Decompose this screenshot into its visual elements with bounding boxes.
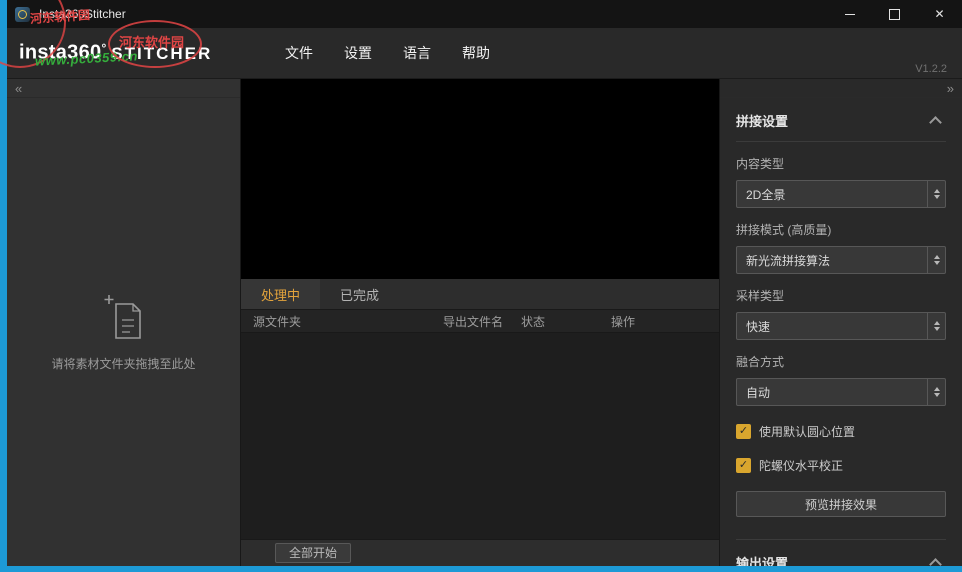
app-logo: insta360° STITCHER [19, 41, 247, 64]
stitch-mode-dropdown[interactable]: 新光流拼接算法 [736, 246, 946, 274]
left-panel: « 请将素材文件夹拖拽至此处 [7, 79, 241, 566]
preview-area [241, 79, 719, 279]
dropzone-hint-text: 请将素材文件夹拖拽至此处 [51, 355, 195, 372]
left-panel-topbar: « [7, 79, 240, 98]
blend-mode-label: 融合方式 [736, 353, 946, 370]
queue-bottom-bar: 全部开始 [241, 539, 719, 566]
logo-insta-text: insta360 [19, 42, 101, 64]
queue-table-body [241, 333, 719, 539]
column-export-name: 导出文件名 [443, 313, 521, 330]
content-type-value: 2D全景 [737, 186, 927, 203]
dropdown-arrows-icon [927, 247, 945, 273]
gyro-correction-checkbox[interactable]: ✓ [736, 458, 751, 473]
stitch-mode-label: 拼接模式 (高质量) [736, 221, 946, 238]
center-panel: 处理中 已完成 源文件夹 导出文件名 状态 操作 全部开始 [241, 79, 719, 566]
stitch-mode-value: 新光流拼接算法 [737, 252, 927, 269]
content-type-label: 内容类型 [736, 155, 946, 172]
main-area: « 请将素材文件夹拖拽至此处 [7, 79, 962, 566]
queue-tabbar: 处理中 已完成 [241, 279, 719, 310]
blend-mode-value: 自动 [737, 384, 927, 401]
stitch-settings-title: 拼接设置 [736, 111, 788, 130]
sampling-type-value: 快速 [737, 318, 927, 335]
sampling-type-dropdown[interactable]: 快速 [736, 312, 946, 340]
menu-settings[interactable]: 设置 [344, 43, 372, 63]
window-title: Insta360Stitcher [39, 7, 126, 21]
queue-table-header: 源文件夹 导出文件名 状态 操作 [241, 310, 719, 333]
main-menu: 文件 设置 语言 帮助 [285, 43, 490, 63]
gyro-correction-label: 陀螺仪水平校正 [759, 457, 843, 474]
stitch-settings-header[interactable]: 拼接设置 [736, 98, 946, 142]
column-status: 状态 [521, 313, 611, 330]
collapse-right-button[interactable]: » [947, 82, 954, 95]
default-center-label: 使用默认圆心位置 [759, 423, 855, 440]
settings-content: 拼接设置 内容类型 2D全景 拼接模式 (高质量) 新光流拼接算法 采样类型 [720, 98, 962, 566]
column-source-folder: 源文件夹 [241, 313, 443, 330]
default-center-checkbox[interactable]: ✓ [736, 424, 751, 439]
tab-processing[interactable]: 处理中 [241, 279, 320, 309]
content-type-dropdown[interactable]: 2D全景 [736, 180, 946, 208]
header-bar: insta360° STITCHER 文件 设置 语言 帮助 V1.2.2 [7, 28, 962, 79]
maximize-icon [889, 9, 900, 20]
menu-language[interactable]: 语言 [403, 43, 431, 63]
menu-file[interactable]: 文件 [285, 43, 313, 63]
default-center-checkbox-row[interactable]: ✓ 使用默认圆心位置 [736, 423, 946, 440]
minimize-icon [845, 14, 855, 15]
drag-folder-icon [101, 293, 147, 343]
folder-dropzone[interactable]: 请将素材文件夹拖拽至此处 [7, 98, 240, 566]
desktop-edge-left [0, 0, 7, 572]
preview-stitch-button[interactable]: 预览拼接效果 [736, 491, 946, 517]
menu-help[interactable]: 帮助 [462, 43, 490, 63]
right-panel-topbar: » [720, 79, 962, 98]
logo-stitcher-text: STITCHER [111, 44, 212, 63]
output-settings-header[interactable]: 输出设置 [736, 539, 946, 566]
version-label: V1.2.2 [915, 63, 947, 75]
chevron-up-icon [929, 558, 942, 566]
sampling-type-label: 采样类型 [736, 287, 946, 304]
collapse-left-button[interactable]: « [15, 82, 22, 95]
output-settings-title: 输出设置 [736, 553, 788, 566]
gyro-correction-checkbox-row[interactable]: ✓ 陀螺仪水平校正 [736, 457, 946, 474]
dropdown-arrows-icon [927, 181, 945, 207]
tab-completed[interactable]: 已完成 [320, 279, 399, 309]
app-icon [15, 7, 30, 22]
check-icon: ✓ [739, 426, 748, 437]
right-panel: » 拼接设置 内容类型 2D全景 拼接模式 (高质量) 新光流拼接算法 [719, 79, 962, 566]
close-icon: ✕ [934, 8, 944, 20]
blend-mode-dropdown[interactable]: 自动 [736, 378, 946, 406]
screen: Insta360Stitcher ✕ insta360° STITCHER 文件 … [0, 0, 962, 572]
check-icon: ✓ [739, 460, 748, 471]
logo-degree-mark: ° [101, 41, 106, 55]
window-controls: ✕ [827, 0, 962, 28]
dropdown-arrows-icon [927, 379, 945, 405]
desktop-edge-bottom [0, 566, 962, 572]
start-all-button[interactable]: 全部开始 [275, 543, 351, 563]
dropdown-arrows-icon [927, 313, 945, 339]
maximize-button[interactable] [872, 0, 917, 28]
titlebar: Insta360Stitcher ✕ [7, 0, 962, 28]
column-operation: 操作 [611, 313, 719, 330]
app-window: Insta360Stitcher ✕ insta360° STITCHER 文件 … [7, 0, 962, 566]
minimize-button[interactable] [827, 0, 872, 28]
chevron-up-icon [929, 116, 942, 129]
close-button[interactable]: ✕ [917, 0, 962, 28]
